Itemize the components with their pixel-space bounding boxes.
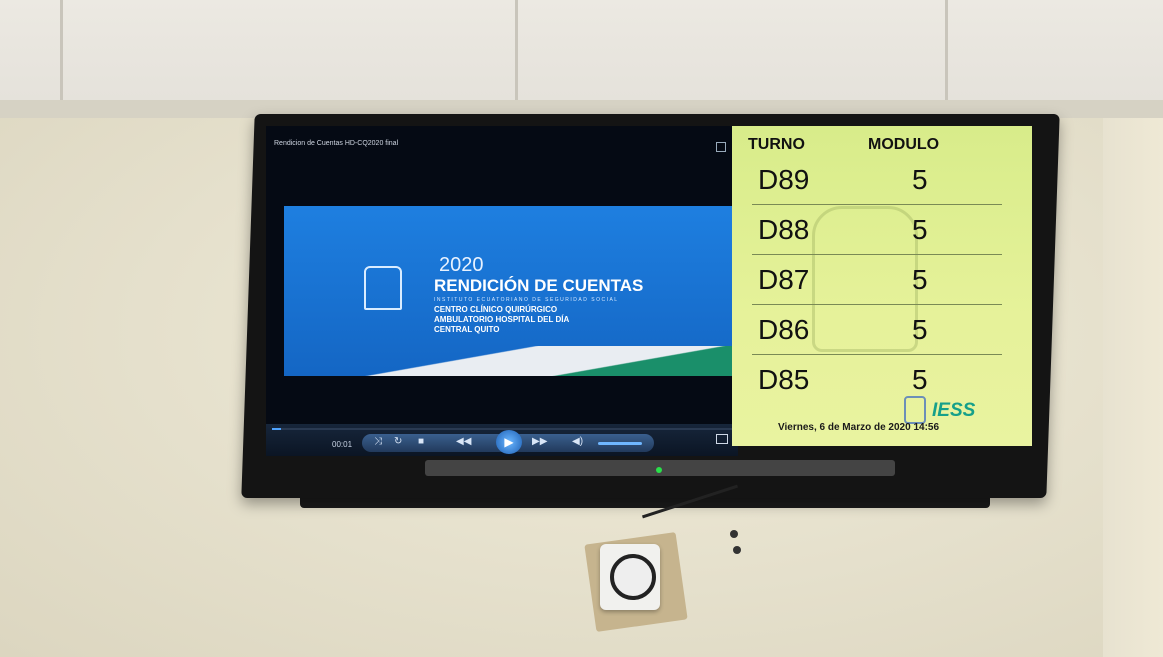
slide-subheading: INSTITUTO ECUATORIANO DE SEGURIDAD SOCIA… — [434, 297, 619, 303]
ceiling — [0, 0, 1163, 118]
slide-line: CENTRO CLÍNICO QUIRÚRGICO — [434, 305, 558, 314]
modulo-value: 5 — [912, 264, 928, 295]
slide-line: CENTRAL QUITO — [434, 325, 500, 334]
modulo-value: 5 — [912, 214, 928, 245]
iess-hand-logo-icon — [364, 266, 402, 310]
play-button[interactable]: ▶ — [496, 430, 522, 454]
slide-line: AMBULATORIO HOSPITAL DEL DÍA — [434, 315, 570, 324]
stop-icon[interactable]: ■ — [418, 436, 424, 447]
queue-board: TURNO MODULO D89 5 D88 5 D87 5 D86 5 D85… — [732, 126, 1032, 446]
presentation-slide: 2020 RENDICIÓN DE CUENTAS INSTITUTO ECUA… — [284, 206, 738, 376]
seek-bar-fill — [272, 428, 282, 430]
seek-bar[interactable] — [272, 428, 732, 430]
mute-icon[interactable]: ◀) — [572, 436, 583, 447]
queue-row: D86 5 — [752, 306, 1002, 355]
elapsed-time: 00:01 — [332, 440, 353, 449]
fullscreen-icon[interactable] — [716, 142, 726, 152]
modulo-value: 5 — [912, 164, 928, 195]
slide-heading: RENDICIÓN DE CUENTAS — [434, 276, 644, 295]
turno-value: D87 — [758, 264, 810, 295]
turno-value: D86 — [758, 314, 810, 345]
previous-icon[interactable]: ◀◀ — [456, 436, 471, 447]
shuffle-icon[interactable]: ⤨ — [374, 436, 382, 447]
queue-row: D85 5 — [752, 356, 1002, 404]
outlet-timer — [600, 544, 660, 610]
iess-logo-icon — [904, 396, 926, 424]
repeat-icon[interactable]: ↻ — [394, 436, 402, 447]
turno-value: D88 — [758, 214, 810, 245]
wall-screw — [733, 546, 741, 554]
board-datetime: Viernes, 6 de Marzo de 2020 14:56 — [778, 422, 940, 433]
player-window-title: Rendicion de Cuentas HD-CQ2020 final — [274, 140, 399, 147]
wall-screw — [730, 530, 738, 538]
volume-slider[interactable] — [598, 442, 642, 445]
modulo-value: 5 — [912, 364, 928, 395]
power-led — [656, 467, 662, 473]
iess-logo: IESS — [932, 400, 976, 421]
modulo-value: 5 — [912, 314, 928, 345]
switch-view-icon[interactable] — [716, 434, 728, 444]
board-header: TURNO MODULO — [748, 132, 1018, 156]
header-turno: TURNO — [748, 136, 805, 153]
next-icon[interactable]: ▶▶ — [532, 436, 547, 447]
queue-row: D88 5 — [752, 206, 1002, 255]
queue-row: D87 5 — [752, 256, 1002, 305]
timer-dial-icon — [610, 554, 656, 600]
slide-year: 2020 — [439, 254, 484, 276]
turno-value: D89 — [758, 164, 810, 195]
header-modulo: MODULO — [868, 136, 940, 153]
player-controls: 00:01 ⤨ ↻ ■ ◀◀ ▶ ▶▶ ◀) — [266, 424, 738, 456]
turno-value: D85 — [758, 364, 810, 395]
video-player[interactable]: Rendicion de Cuentas HD-CQ2020 final 202… — [266, 126, 738, 456]
queue-row: D89 5 — [752, 156, 1002, 205]
